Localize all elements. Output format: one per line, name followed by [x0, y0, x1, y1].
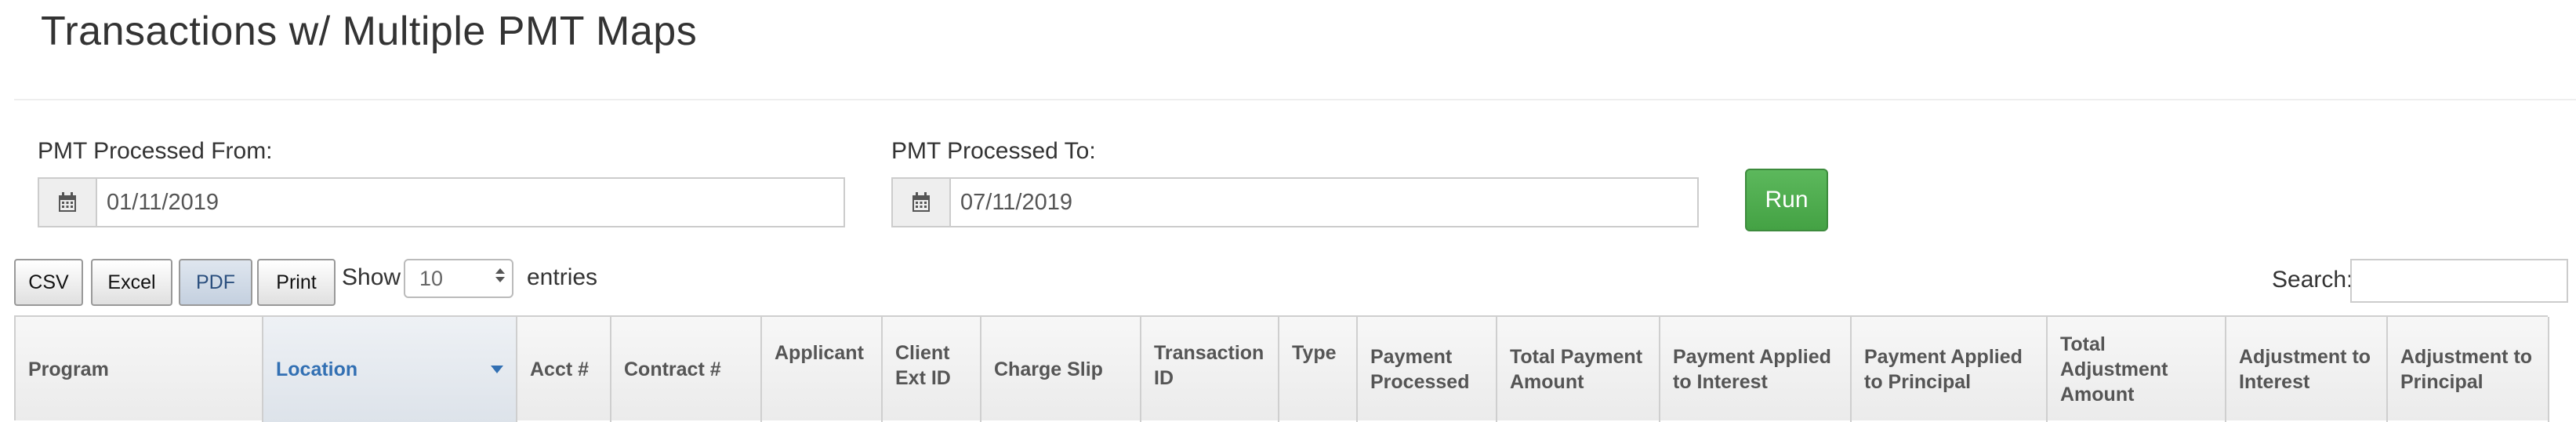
- from-date-group: [38, 177, 845, 227]
- column-header-label: Location: [276, 358, 358, 380]
- to-date-input[interactable]: [951, 179, 1697, 226]
- calendar-icon[interactable]: [893, 179, 951, 226]
- from-date-label: PMT Processed From:: [38, 138, 273, 164]
- column-header[interactable]: Payment Processed: [1358, 317, 1497, 422]
- to-date-label: PMT Processed To:: [891, 138, 1096, 164]
- entries-label: entries: [527, 264, 598, 290]
- entries-length-value: 10: [419, 266, 444, 290]
- column-header[interactable]: Acct #: [517, 317, 611, 422]
- csv-button[interactable]: CSV: [14, 259, 83, 306]
- print-button[interactable]: Print: [257, 259, 336, 306]
- from-date-input[interactable]: [97, 179, 844, 226]
- column-header[interactable]: Applicant: [762, 317, 883, 422]
- title-divider: [14, 99, 2576, 100]
- run-button[interactable]: Run: [1745, 169, 1828, 231]
- column-header[interactable]: Payment Applied to Interest: [1660, 317, 1852, 422]
- column-header[interactable]: Total Adjustment Amount: [2048, 317, 2226, 422]
- column-header[interactable]: Type: [1279, 317, 1358, 422]
- column-header[interactable]: Total Payment Amount: [1497, 317, 1660, 422]
- column-header[interactable]: Charge Slip: [981, 317, 1141, 422]
- entries-length-select[interactable]: 10: [404, 259, 513, 298]
- column-header[interactable]: Transaction ID: [1141, 317, 1279, 422]
- column-header[interactable]: Program: [16, 317, 263, 422]
- column-header[interactable]: Adjustment to Interest: [2226, 317, 2388, 422]
- column-header[interactable]: Client Ext ID: [883, 317, 981, 422]
- sort-desc-icon: [491, 366, 503, 373]
- excel-button[interactable]: Excel: [91, 259, 172, 306]
- stepper-arrows-icon: [495, 267, 506, 284]
- page-title: Transactions w/ Multiple PMT Maps: [41, 9, 698, 54]
- search-input[interactable]: [2350, 259, 2568, 303]
- show-label: Show: [342, 264, 401, 290]
- column-header-sorted[interactable]: Location: [263, 317, 517, 422]
- column-header[interactable]: Contract #: [611, 317, 762, 422]
- column-header[interactable]: Payment Applied to Principal: [1852, 317, 2048, 422]
- column-header[interactable]: Adjustment to Principal: [2388, 317, 2549, 422]
- to-date-group: [891, 177, 1699, 227]
- search-label: Search:: [2272, 267, 2353, 293]
- table-header: Program Location Acct # Contract # Appli…: [14, 315, 2549, 422]
- calendar-icon[interactable]: [39, 179, 97, 226]
- pdf-button[interactable]: PDF: [179, 259, 252, 306]
